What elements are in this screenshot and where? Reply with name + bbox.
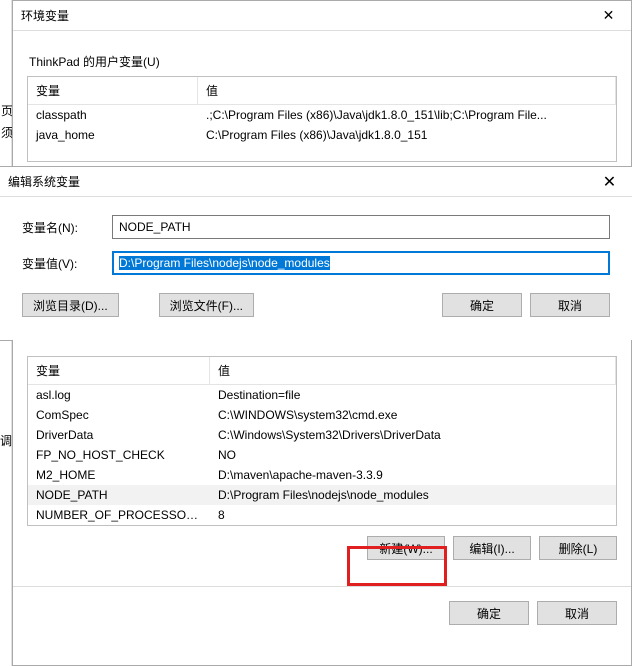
var-value-cell: Destination=file xyxy=(210,385,616,405)
var-name-cell: DriverData xyxy=(28,425,210,445)
env-vars-title: 环境变量 xyxy=(13,7,69,24)
system-vars-table[interactable]: 变量 值 asl.logDestination=fileComSpecC:\WI… xyxy=(27,356,617,526)
table-row[interactable]: DriverDataC:\Windows\System32\Drivers\Dr… xyxy=(28,425,616,445)
var-name-cell: FP_NO_HOST_CHECK xyxy=(28,445,210,465)
var-name-cell: ComSpec xyxy=(28,405,210,425)
var-name-cell: M2_HOME xyxy=(28,465,210,485)
ok-button[interactable]: 确定 xyxy=(449,601,529,625)
env-vars-titlebar: 环境变量 ✕ xyxy=(13,1,631,31)
table-row[interactable]: NODE_PATHD:\Program Files\nodejs\node_mo… xyxy=(28,485,616,505)
table-header: 变量 值 xyxy=(28,77,616,105)
var-value-cell: C:\Windows\System32\Drivers\DriverData xyxy=(210,425,616,445)
col-val-header[interactable]: 值 xyxy=(210,357,616,384)
cancel-button[interactable]: 取消 xyxy=(530,293,610,317)
browse-file-button[interactable]: 浏览文件(F)... xyxy=(159,293,254,317)
col-val-header[interactable]: 值 xyxy=(198,77,616,104)
bg-text: 调 xyxy=(0,432,12,449)
delete-button[interactable]: 删除(L) xyxy=(539,536,617,560)
var-value-cell: .;C:\Program Files (x86)\Java\jdk1.8.0_1… xyxy=(198,105,616,125)
var-value-cell: 8 xyxy=(210,505,616,525)
var-name-cell: asl.log xyxy=(28,385,210,405)
var-value-cell: C:\WINDOWS\system32\cmd.exe xyxy=(210,405,616,425)
table-row[interactable]: ComSpecC:\WINDOWS\system32\cmd.exe xyxy=(28,405,616,425)
table-row[interactable]: FP_NO_HOST_CHECKNO xyxy=(28,445,616,465)
table-row[interactable]: classpath.;C:\Program Files (x86)\Java\j… xyxy=(28,105,616,125)
var-value-cell: NO xyxy=(210,445,616,465)
var-name-cell: NUMBER_OF_PROCESSORS xyxy=(28,505,210,525)
user-vars-group-label: ThinkPad 的用户变量(U) xyxy=(29,53,617,70)
var-value-cell: C:\Program Files (x86)\Java\jdk1.8.0_151 xyxy=(198,125,616,145)
var-value-cell: D:\Program Files\nodejs\node_modules xyxy=(210,485,616,505)
system-vars-panel: 变量 值 asl.logDestination=fileComSpecC:\WI… xyxy=(12,340,632,666)
user-vars-table[interactable]: 变量 值 classpath.;C:\Program Files (x86)\J… xyxy=(27,76,617,162)
var-name-input[interactable] xyxy=(112,215,610,239)
var-value-input[interactable]: D:\Program Files\nodejs\node_modules xyxy=(112,251,610,275)
table-row[interactable]: M2_HOMED:\maven\apache-maven-3.3.9 xyxy=(28,465,616,485)
edit-button[interactable]: 编辑(I)... xyxy=(453,536,531,560)
table-row[interactable]: NUMBER_OF_PROCESSORS8 xyxy=(28,505,616,525)
var-name-label: 变量名(N): xyxy=(22,219,112,236)
edit-dialog-title: 编辑系统变量 xyxy=(0,173,80,190)
edit-system-var-dialog: 编辑系统变量 ✕ 变量名(N): 变量值(V): D:\Program File… xyxy=(0,166,632,341)
ok-button[interactable]: 确定 xyxy=(442,293,522,317)
edit-dialog-titlebar: 编辑系统变量 ✕ xyxy=(0,167,632,197)
col-var-header[interactable]: 变量 xyxy=(28,77,198,104)
var-name-cell: classpath xyxy=(28,105,198,125)
close-icon[interactable]: ✕ xyxy=(586,1,631,31)
var-name-cell: NODE_PATH xyxy=(28,485,210,505)
var-name-cell: java_home xyxy=(28,125,198,145)
new-button[interactable]: 新建(W)... xyxy=(367,536,445,560)
cancel-button[interactable]: 取消 xyxy=(537,601,617,625)
col-var-header[interactable]: 变量 xyxy=(28,357,210,384)
table-row[interactable]: java_homeC:\Program Files (x86)\Java\jdk… xyxy=(28,125,616,145)
var-value-label: 变量值(V): xyxy=(22,255,112,272)
table-header: 变量 值 xyxy=(28,357,616,385)
close-icon[interactable]: ✕ xyxy=(587,167,632,197)
var-value-cell: D:\maven\apache-maven-3.3.9 xyxy=(210,465,616,485)
browse-dir-button[interactable]: 浏览目录(D)... xyxy=(22,293,119,317)
table-row[interactable]: asl.logDestination=file xyxy=(28,385,616,405)
